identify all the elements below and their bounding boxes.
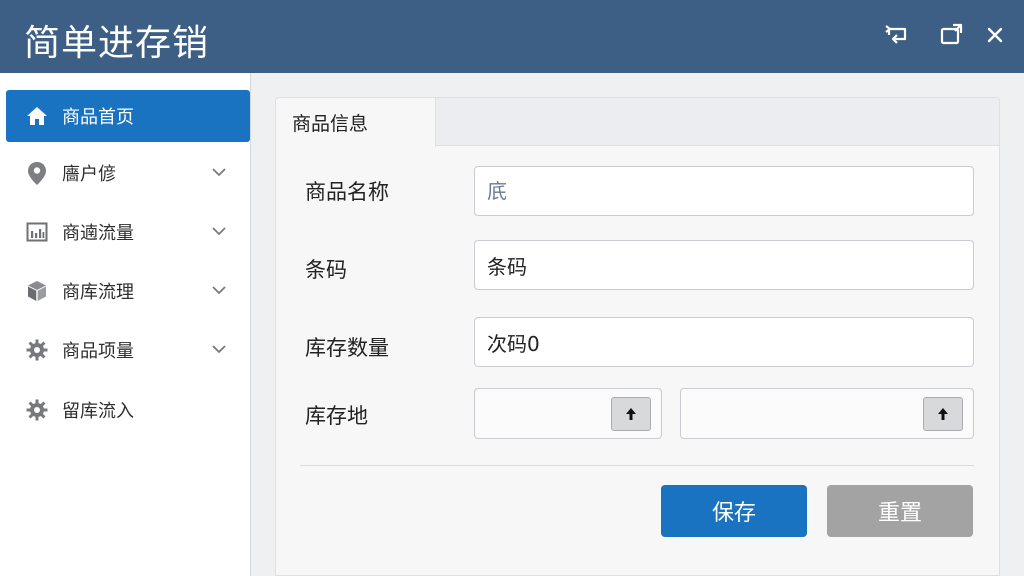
barcode-input[interactable] xyxy=(474,240,974,290)
form-divider xyxy=(300,465,974,466)
reset-button[interactable]: 重置 xyxy=(827,485,973,537)
bar-chart-icon xyxy=(24,219,50,245)
main-content: 商品信息 商品名称 条码 库存数量 库存地 保存 重置 xyxy=(251,73,1024,576)
sidebar-item-inventory[interactable]: 商库流理 xyxy=(6,265,250,317)
barcode-label: 条码 xyxy=(305,258,347,282)
sidebar: 商品首页 廧户偐 商遖流量 商库流理 商品项量 留库流入 xyxy=(0,73,251,576)
tab-bar: 商品信息 xyxy=(276,98,999,147)
chevron-down-icon xyxy=(212,286,226,295)
sidebar-item-stock-in[interactable]: 留库流入 xyxy=(6,384,250,436)
gear-icon xyxy=(24,337,50,363)
sidebar-item-customers[interactable]: 廧户偐 xyxy=(6,147,250,199)
tab-label: 商品信息 xyxy=(292,113,369,135)
restore-button[interactable] xyxy=(882,20,912,50)
arrow-up-icon xyxy=(626,408,636,420)
chevron-down-icon xyxy=(212,168,226,177)
sidebar-item-label: 留库流入 xyxy=(62,401,134,422)
tab-product-info[interactable]: 商品信息 xyxy=(276,98,436,147)
maximize-icon xyxy=(940,23,963,45)
product-name-label: 商品名称 xyxy=(305,180,389,204)
sidebar-item-label: 商品首页 xyxy=(62,107,134,128)
chevron-down-icon xyxy=(212,227,226,236)
location-select-2-button[interactable] xyxy=(923,397,963,431)
location-select-1[interactable] xyxy=(474,388,662,439)
close-button[interactable] xyxy=(980,20,1010,50)
home-icon xyxy=(24,103,50,129)
title-bar: 简单进存销 xyxy=(0,0,1024,73)
location-label: 库存地 xyxy=(305,404,368,428)
gear-icon xyxy=(24,397,50,423)
sidebar-item-home[interactable]: 商品首页 xyxy=(6,90,250,142)
app-title: 简单进存销 xyxy=(24,23,210,64)
product-info-panel: 商品信息 商品名称 条码 库存数量 库存地 保存 重置 xyxy=(275,97,1000,576)
location-select-1-button[interactable] xyxy=(611,397,651,431)
close-icon xyxy=(987,27,1003,43)
location-pin-icon xyxy=(24,160,50,186)
chevron-down-icon xyxy=(212,345,226,354)
quantity-input[interactable] xyxy=(474,317,974,367)
restore-icon xyxy=(885,25,907,44)
maximize-button[interactable] xyxy=(936,20,966,50)
save-button[interactable]: 保存 xyxy=(661,485,807,537)
sidebar-item-products[interactable]: 商品项量 xyxy=(6,324,250,376)
quantity-label: 库存数量 xyxy=(305,336,389,360)
product-name-input[interactable] xyxy=(474,166,974,216)
arrow-up-icon xyxy=(938,408,948,420)
box-icon xyxy=(24,278,50,304)
sidebar-item-sales-flow[interactable]: 商遖流量 xyxy=(6,206,250,258)
location-select-2[interactable] xyxy=(680,388,974,439)
